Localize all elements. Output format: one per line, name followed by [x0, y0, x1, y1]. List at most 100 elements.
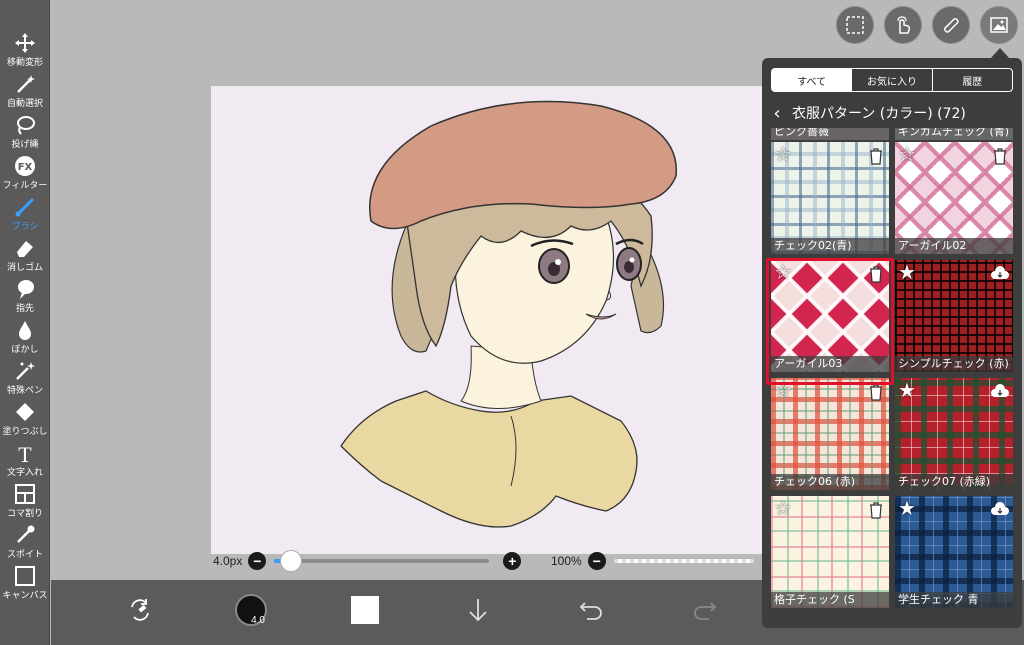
pattern-item[interactable]: ★ 学生チェック 青: [895, 496, 1013, 608]
tab-all[interactable]: すべて: [772, 69, 853, 91]
favorite-star-icon[interactable]: ☆: [774, 145, 792, 165]
rotate-eraser-icon: [131, 599, 149, 621]
favorite-star-icon[interactable]: ★: [898, 381, 916, 401]
favorite-star-icon[interactable]: ☆: [774, 499, 792, 519]
fill-icon: [14, 401, 36, 423]
pattern-item[interactable]: ☆ アーガイル02: [895, 142, 1013, 254]
tool-move[interactable]: 移動変形: [0, 30, 50, 70]
opacity-track[interactable]: [613, 559, 754, 563]
artboard[interactable]: [211, 86, 781, 554]
pattern-name: 格子チェック (S: [771, 592, 889, 608]
pattern-item-partial[interactable]: ギンガムチェック (青): [895, 128, 1013, 140]
pattern-name: ギンガムチェック (青): [895, 128, 1013, 140]
opacity-minus-button[interactable]: −: [587, 552, 606, 570]
tool-lasso[interactable]: 投げ縄: [0, 112, 50, 152]
image-icon: [990, 17, 1008, 33]
svg-text:T: T: [18, 442, 32, 464]
tool-canvas[interactable]: キャンバス: [0, 563, 50, 603]
pattern-item[interactable]: ☆ 格子チェック (S: [771, 496, 889, 608]
tool-label: キャンバス: [2, 591, 48, 601]
cloud-download-icon[interactable]: [990, 264, 1010, 284]
lasso-icon: [14, 114, 36, 136]
opacity-label: 100%: [551, 554, 582, 568]
pattern-item[interactable]: ☆ チェック06 (赤): [771, 378, 889, 490]
undo-button[interactable]: [571, 590, 611, 630]
pattern-name: ピンク薔薇: [771, 128, 889, 140]
special-pen-icon: [14, 360, 36, 382]
brush-size-minus-button[interactable]: −: [248, 552, 267, 570]
tool-sidebar: 移動変形 自動選択 投げ縄 FX フィルター ブラシ 消しゴム 指先 ぼかし 特…: [0, 0, 50, 645]
undo-icon: [579, 602, 602, 620]
tool-label: 指先: [15, 304, 34, 314]
girl-illustration: [340, 100, 677, 528]
cloud-download-icon[interactable]: [990, 500, 1010, 520]
layer-down-button[interactable]: [458, 590, 498, 630]
tool-eraser[interactable]: 消しゴム: [0, 235, 50, 275]
tool-brush[interactable]: ブラシ: [0, 194, 50, 234]
brush-size-indicator[interactable]: 4.0: [231, 590, 271, 630]
touch-button[interactable]: [884, 6, 922, 44]
eyedropper-icon: [14, 524, 36, 546]
tab-favorites[interactable]: お気に入り: [852, 69, 933, 91]
panel-tabs: すべて お気に入り 履歴: [771, 68, 1013, 92]
brush-size-circle: 4.0: [235, 594, 267, 626]
tool-label: 消しゴム: [6, 263, 43, 273]
fx-icon: FX: [14, 155, 36, 177]
eraser-icon: [14, 237, 36, 259]
brush-size-knob[interactable]: [280, 550, 303, 572]
pattern-name: チェック02(青): [771, 238, 889, 254]
tool-eyedropper[interactable]: スポイト: [0, 522, 50, 562]
blur-drop-icon: [14, 319, 36, 341]
cloud-download-icon[interactable]: [990, 382, 1010, 402]
pattern-name: シンプルチェック (赤): [895, 356, 1013, 372]
pattern-name: 学生チェック 青: [895, 592, 1013, 608]
magic-wand-icon: [14, 73, 36, 95]
trash-icon[interactable]: [866, 382, 886, 402]
svg-text:FX: FX: [18, 162, 33, 173]
ruler-button[interactable]: [932, 6, 970, 44]
selected-pattern-highlight: [766, 258, 894, 385]
trash-icon[interactable]: [990, 146, 1010, 166]
selection-rect-icon: [846, 16, 864, 34]
pattern-item-partial[interactable]: ピンク薔薇: [771, 128, 889, 140]
tool-auto-select[interactable]: 自動選択: [0, 71, 50, 111]
back-chevron-icon[interactable]: ‹: [762, 103, 792, 124]
brush-size-track[interactable]: [274, 550, 490, 572]
tool-blur[interactable]: ぼかし: [0, 317, 50, 357]
tool-label: 文字入れ: [6, 468, 43, 478]
current-color-swatch: [351, 596, 379, 624]
text-icon: T: [14, 442, 36, 464]
tool-label: 移動変形: [6, 58, 43, 68]
favorite-star-icon[interactable]: ★: [898, 499, 916, 519]
arrow-down-icon: [469, 599, 487, 622]
opacity-slider-row: 100% −: [551, 551, 754, 571]
pattern-item[interactable]: ★ チェック07 (赤緑): [895, 378, 1013, 490]
favorite-star-icon[interactable]: ★: [898, 263, 916, 283]
tool-label: フィルター: [2, 181, 48, 191]
redo-button[interactable]: [685, 590, 725, 630]
brush-size-plus-button[interactable]: +: [503, 552, 522, 570]
move-icon: [14, 32, 36, 54]
tool-label: 塗りつぶし: [2, 427, 48, 437]
selection-button[interactable]: [836, 6, 874, 44]
tool-label: スポイト: [6, 550, 43, 560]
frame-divide-icon: [14, 483, 36, 505]
material-button[interactable]: [980, 6, 1018, 44]
trash-icon[interactable]: [866, 500, 886, 520]
trash-icon[interactable]: [866, 146, 886, 166]
tool-frame-divide[interactable]: コマ割り: [0, 481, 50, 521]
tool-special-pen[interactable]: 特殊ペン: [0, 358, 50, 398]
color-button[interactable]: [345, 590, 385, 630]
tool-label: 自動選択: [6, 99, 43, 109]
favorite-star-icon[interactable]: ☆: [898, 145, 916, 165]
tool-label: 投げ縄: [11, 140, 39, 150]
tool-fill[interactable]: 塗りつぶし: [0, 399, 50, 439]
tab-history[interactable]: 履歴: [933, 69, 1012, 91]
transform-button[interactable]: [120, 590, 160, 630]
tool-finger[interactable]: 指先: [0, 276, 50, 316]
finger-icon: [14, 278, 36, 300]
tool-text[interactable]: T 文字入れ: [0, 440, 50, 480]
tool-filter[interactable]: FX フィルター: [0, 153, 50, 193]
pattern-item[interactable]: ★ シンプルチェック (赤): [895, 260, 1013, 372]
pattern-item[interactable]: ☆ チェック02(青): [771, 142, 889, 254]
